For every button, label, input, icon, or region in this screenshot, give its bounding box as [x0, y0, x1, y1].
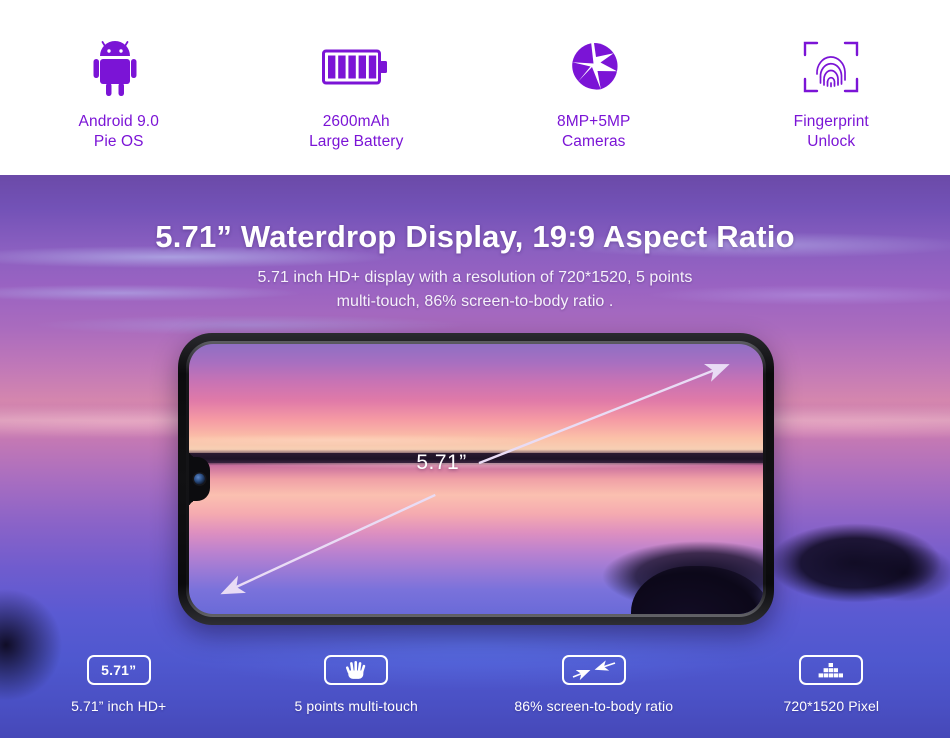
battery-icon: [322, 36, 390, 98]
spec-label-fingerprint: Fingerprint Unlock: [794, 112, 869, 152]
screen-size-icon: 5.71”: [86, 655, 151, 685]
product-feature-page: Android 9.0 Pie OS 2600mAh Large Battery…: [0, 0, 950, 738]
screen-shoreline: [189, 453, 763, 463]
spec-item-fingerprint: Fingerprint Unlock: [713, 0, 950, 152]
top-spec-bar: Android 9.0 Pie OS 2600mAh Large Battery…: [0, 0, 950, 175]
screen-to-body-arrows-icon: [561, 655, 626, 685]
phone-mockup: 5.71”: [178, 333, 774, 625]
screen-diagonal-label: 5.71”: [416, 450, 467, 474]
spec-label-battery: 2600mAh Large Battery: [309, 112, 403, 152]
screen-rock: [631, 566, 763, 614]
feature-row: 5.71” 5.71” inch HD+ 5 points multi-touc…: [0, 655, 950, 714]
android-robot-icon: [93, 36, 145, 98]
spec-label-battery-line2: Large Battery: [309, 133, 404, 150]
phone-screen: 5.71”: [189, 344, 763, 614]
feature-label-screen-to-body: 86% screen-to-body ratio: [514, 698, 674, 714]
spec-label-camera-line1: 8MP+5MP: [557, 113, 631, 130]
feature-label-pixel: 720*1520 Pixel: [783, 698, 880, 714]
feature-screen-size: 5.71” 5.71” inch HD+: [0, 655, 238, 714]
pixel-grid-icon: [799, 655, 864, 685]
spec-label-android-line1: Android 9.0: [78, 113, 159, 130]
phone-bezel: 5.71”: [186, 341, 766, 617]
hero-section: 5.71” Waterdrop Display, 19:9 Aspect Rat…: [0, 175, 950, 738]
spec-label-android: Android 9.0 Pie OS: [79, 112, 159, 152]
spec-item-camera: 8MP+5MP Cameras: [475, 0, 713, 152]
spec-label-camera-line2: Cameras: [561, 133, 626, 150]
feature-label-screen-size: 5.71” inch HD+: [71, 698, 167, 714]
hero-subtitle-line1: 5.71 inch HD+ display with a resolution …: [257, 269, 693, 286]
spec-label-camera: 8MP+5MP Cameras: [557, 112, 631, 152]
front-camera-icon: [194, 473, 205, 485]
spec-label-android-line2: Pie OS: [93, 133, 144, 150]
hero-subtitle-line2: multi-touch, 86% screen-to-body ratio .: [336, 293, 614, 310]
hero-title: 5.71” Waterdrop Display, 19:9 Aspect Rat…: [155, 219, 795, 254]
waterdrop-notch: [189, 457, 210, 501]
spec-label-battery-line1: 2600mAh: [322, 113, 390, 130]
hand-multitouch-icon: [324, 655, 389, 685]
spec-item-android: Android 9.0 Pie OS: [0, 0, 238, 152]
fingerprint-icon: [802, 36, 860, 98]
screen-size-icon-text: 5.71”: [101, 662, 137, 678]
spec-item-battery: 2600mAh Large Battery: [238, 0, 476, 152]
spec-label-fingerprint-line2: Unlock: [807, 133, 856, 150]
spec-label-fingerprint-line1: Fingerprint: [793, 113, 869, 130]
feature-multitouch: 5 points multi-touch: [238, 655, 476, 714]
camera-aperture-icon: [568, 36, 620, 98]
hero-subtitle: 5.71 inch HD+ display with a resolution …: [0, 266, 950, 314]
feature-label-multitouch: 5 points multi-touch: [294, 698, 418, 714]
feature-screen-to-body: 86% screen-to-body ratio: [475, 655, 713, 714]
feature-pixel: 720*1520 Pixel: [713, 655, 950, 714]
